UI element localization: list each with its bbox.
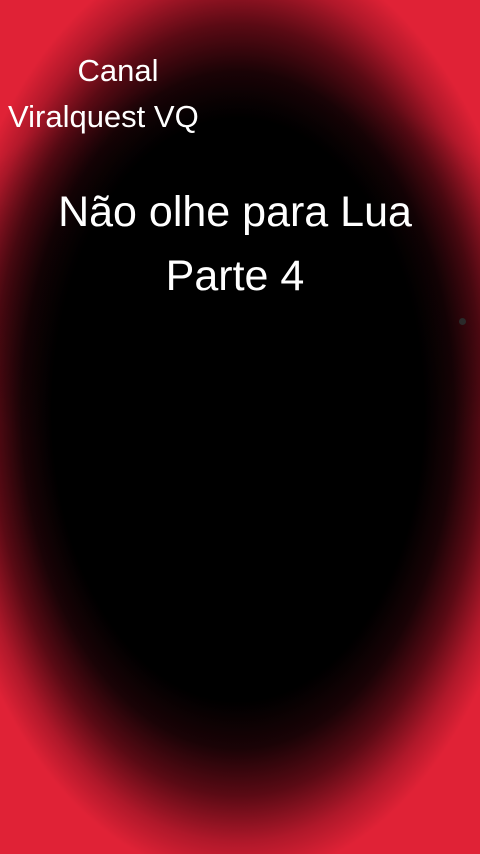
channel-name-line-2: Viralquest VQ — [8, 99, 199, 134]
background-speck — [459, 318, 466, 325]
video-title-line-2: Parte 4 — [165, 252, 305, 300]
video-frame: Canal Viralquest VQ Não olhe para Lua Pa… — [0, 0, 480, 854]
channel-name: Canal Viralquest VQ — [0, 48, 236, 140]
video-title: Não olhe para Lua Parte 4 — [0, 180, 470, 308]
channel-name-line-1: Canal — [77, 53, 159, 88]
video-title-line-1: Não olhe para Lua — [58, 188, 412, 236]
